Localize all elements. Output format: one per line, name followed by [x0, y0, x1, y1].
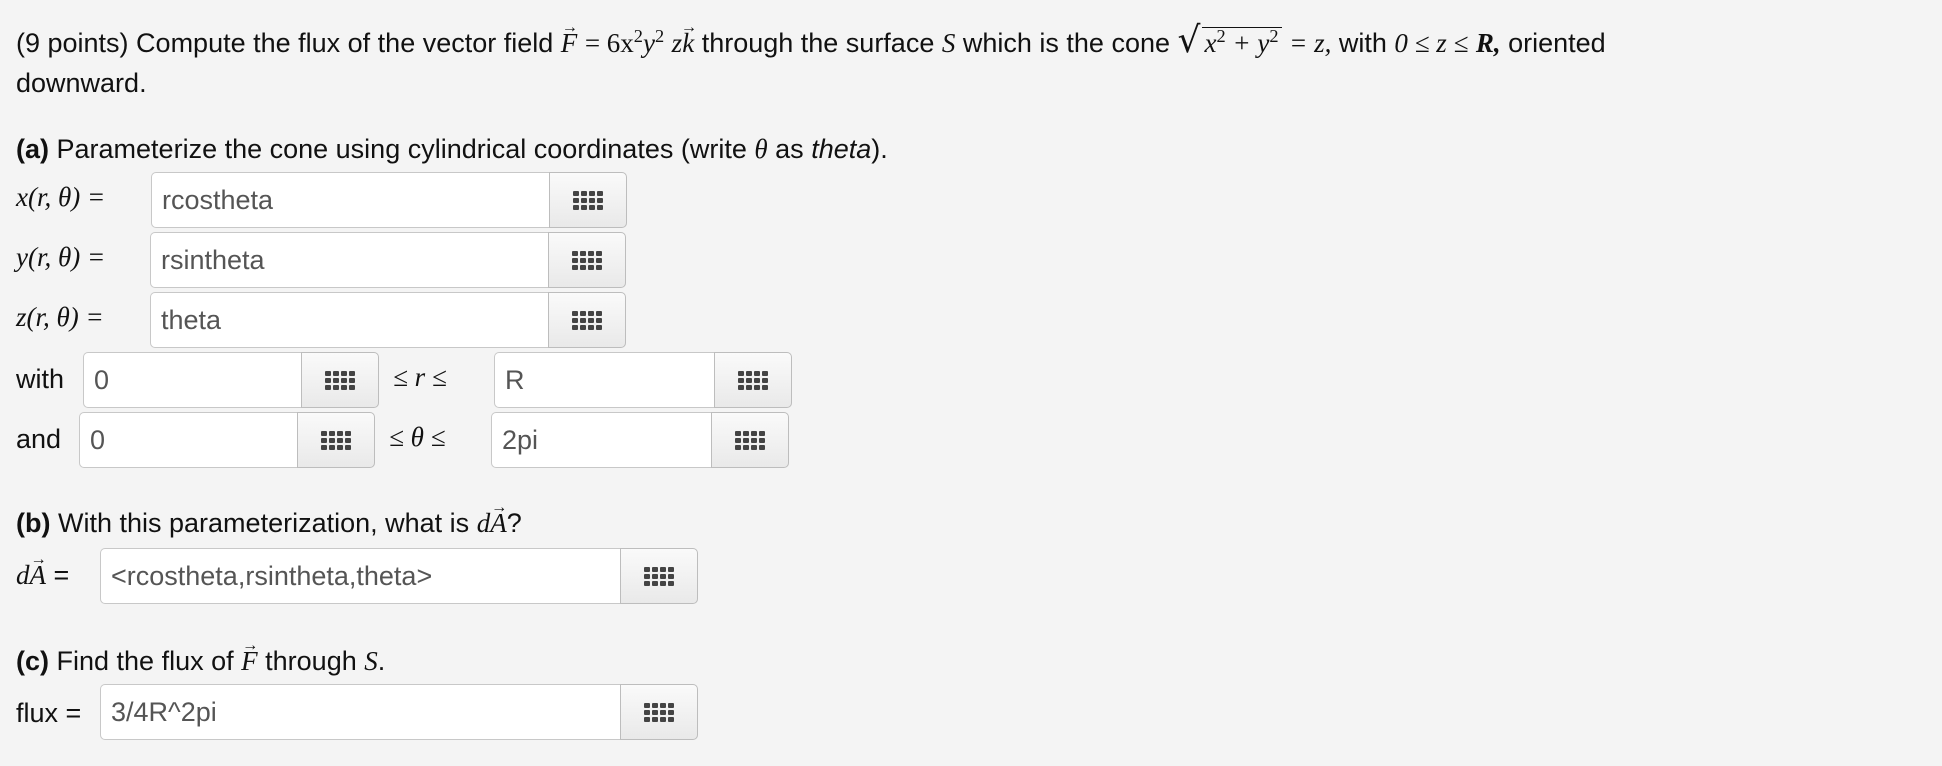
equation-palette-icon — [325, 370, 355, 390]
r-lower-input[interactable] — [83, 352, 301, 408]
vector-A: A — [490, 508, 507, 539]
theta-upper-input[interactable] — [491, 412, 711, 468]
y-field — [150, 232, 626, 288]
vector-F: F — [241, 646, 258, 677]
theta-upper-field — [491, 412, 789, 468]
flux-input[interactable] — [100, 684, 620, 740]
and-label: and — [16, 424, 62, 454]
problem-statement-line2: downward. — [16, 68, 147, 98]
x-input[interactable] — [151, 172, 549, 228]
radical-sign: √ — [1177, 20, 1201, 61]
problem-statement: (9 points) Compute the flux of the vecto… — [16, 20, 1606, 61]
equation-palette-icon — [572, 250, 602, 270]
flux-field — [100, 684, 698, 740]
vector-F: F — [561, 28, 578, 59]
equation-palette-button[interactable] — [548, 292, 626, 348]
z-label: z(r, θ) = — [16, 302, 104, 332]
equation-palette-icon — [572, 310, 602, 330]
vector-k: k — [682, 28, 694, 59]
equation-palette-icon — [644, 566, 674, 586]
y-input[interactable] — [150, 232, 548, 288]
x-label: x(r, θ) = — [16, 182, 106, 212]
equation-palette-icon — [573, 190, 603, 210]
equation-palette-button[interactable] — [620, 684, 698, 740]
dA-input[interactable] — [100, 548, 620, 604]
equation-palette-button[interactable] — [297, 412, 375, 468]
x-field — [151, 172, 627, 228]
equation-palette-icon — [735, 430, 765, 450]
equation-palette-button[interactable] — [548, 232, 626, 288]
dA-field — [100, 548, 698, 604]
flux-label: flux = — [16, 698, 82, 728]
sqrt-expression: √ x2 + y2 — [1178, 20, 1282, 61]
equation-palette-icon — [738, 370, 768, 390]
equation-palette-button[interactable] — [549, 172, 627, 228]
y-label: y(r, θ) = — [16, 242, 106, 272]
theta-lower-field — [79, 412, 375, 468]
equation-palette-button[interactable] — [711, 412, 789, 468]
r-upper-input[interactable] — [494, 352, 714, 408]
z-input[interactable] — [150, 292, 548, 348]
part-b-heading: (b) With this parameterization, what is … — [16, 508, 522, 539]
r-upper-field — [494, 352, 792, 408]
part-a-heading: (a) Parameterize the cone using cylindri… — [16, 134, 888, 164]
equation-palette-button[interactable] — [301, 352, 379, 408]
r-relation: ≤ r ≤ — [393, 362, 447, 392]
z-field — [150, 292, 626, 348]
theta-lower-input[interactable] — [79, 412, 297, 468]
r-lower-field — [83, 352, 379, 408]
equation-palette-icon — [644, 702, 674, 722]
with-label: with — [16, 364, 65, 394]
part-c-heading: (c) Find the flux of F through S. — [16, 646, 385, 677]
dA-label: dA = — [16, 560, 69, 591]
equation-palette-button[interactable] — [620, 548, 698, 604]
theta-relation: ≤ θ ≤ — [389, 422, 446, 452]
equation-palette-button[interactable] — [714, 352, 792, 408]
equation-palette-icon — [321, 430, 351, 450]
